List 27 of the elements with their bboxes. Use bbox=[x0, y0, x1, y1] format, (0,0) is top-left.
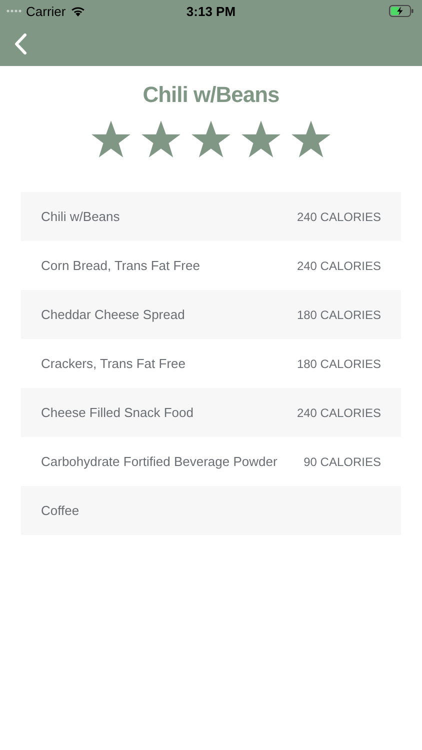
calorie-count: 180 CALORIES bbox=[296, 308, 381, 322]
back-button[interactable] bbox=[12, 31, 29, 57]
food-name: Coffee bbox=[41, 503, 80, 518]
meal-title: Chili w/Beans bbox=[142, 82, 280, 108]
food-row[interactable]: Coffee bbox=[21, 486, 401, 535]
food-row[interactable]: Cheese Filled Snack Food 240 CALORIES bbox=[21, 388, 401, 437]
signal-icon bbox=[6, 9, 22, 13]
food-row[interactable]: Chili w/Beans 240 CALORIES bbox=[21, 192, 401, 241]
food-row[interactable]: Corn Bread, Trans Fat Free 240 CALORIES bbox=[21, 241, 401, 290]
calorie-count: 240 CALORIES bbox=[296, 258, 381, 272]
status-time: 3:13 PM bbox=[185, 4, 237, 18]
food-name: Cheddar Cheese Spread bbox=[41, 307, 185, 322]
calorie-count: 240 CALORIES bbox=[296, 406, 381, 420]
carrier-name: Carrier bbox=[26, 4, 66, 18]
calorie-count: 180 CALORIES bbox=[296, 356, 381, 370]
wifi-icon bbox=[70, 5, 86, 17]
food-row[interactable]: Cheddar Cheese Spread 180 CALORIES bbox=[21, 290, 401, 339]
food-name: Crackers, Trans Fat Free bbox=[41, 356, 186, 371]
food-name: Chili w/Beans bbox=[41, 209, 120, 224]
calorie-count: 240 CALORIES bbox=[296, 210, 381, 224]
food-name: Cheese Filled Snack Food bbox=[41, 405, 194, 420]
calorie-count: 90 CALORIES bbox=[304, 454, 381, 468]
battery-charging-icon bbox=[389, 5, 414, 17]
food-row[interactable]: Carbohydrate Fortified Beverage Powder 90 CALORIES bbox=[21, 437, 401, 486]
food-name: Corn Bread, Trans Fat Free bbox=[41, 258, 200, 273]
food-name: Carbohydrate Fortified Beverage Powder bbox=[41, 454, 278, 469]
food-row[interactable]: Crackers, Trans Fat Free 180 CALORIES bbox=[21, 339, 401, 388]
